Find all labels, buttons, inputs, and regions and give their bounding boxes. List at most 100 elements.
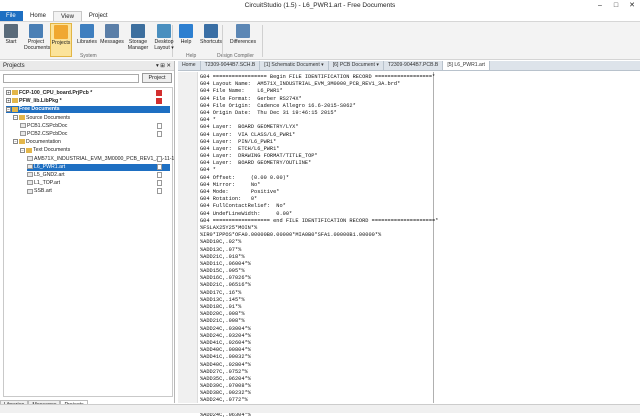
tree-item[interactable]: − Text Documents <box>20 147 170 154</box>
code-line: %ADD35C,.06204*% <box>200 375 251 382</box>
document-icon <box>27 163 33 169</box>
ribbon-button-messages[interactable]: Messages <box>100 23 124 57</box>
ribbon-button-differences[interactable]: Differences <box>228 23 258 57</box>
text-editor[interactable]: G04 ================= Begin FILE IDENTIF… <box>178 72 640 418</box>
ribbon-button-label: Help <box>180 39 192 45</box>
code-line: G04 File Name: L6_PWR1* <box>200 88 283 95</box>
ribbon-button-storage-manager[interactable]: Storage Manager <box>126 23 150 57</box>
tree-item-label: L5_GND2.art <box>34 172 65 178</box>
document-tab[interactable]: [1] Schematic Document ▾ <box>260 61 329 70</box>
editor-gutter <box>178 72 198 403</box>
folder-icon <box>12 106 18 112</box>
document-tab[interactable]: T2309-9044B7.PCB.B <box>384 61 444 70</box>
ribbon-button-label: Libraries <box>77 39 97 45</box>
expand-icon[interactable]: + <box>6 90 11 96</box>
projects-panel: Projects ▾ ⊞ ✕ Project + FCP-100_CPU_boar… <box>0 61 175 403</box>
tree-item-label: PFW_lib.LibPkg * <box>19 98 62 105</box>
file-status-icon <box>157 180 162 187</box>
minimize-icon[interactable]: – <box>592 0 608 11</box>
tree-item[interactable]: + FCP-100_CPU_board.PrjPcb * <box>6 90 170 97</box>
document-tabs: Home T2309-9044B7.SCH.B [1] Schematic Docu… <box>178 61 640 71</box>
ribbon-button-project-documents[interactable]: Project Documents <box>24 23 51 57</box>
document-icon <box>20 131 26 137</box>
collapse-icon[interactable]: − <box>20 147 25 153</box>
code-line: G04 * <box>200 167 216 174</box>
ribbon-button-start[interactable]: Start <box>2 23 20 57</box>
code-line: %ADD38C,.00232*% <box>200 390 251 397</box>
folder-icon <box>19 139 25 145</box>
code-line: G04 ================== end FILE IDENTIFI… <box>200 217 439 224</box>
document-tab[interactable]: [5] L6_PWR1.art <box>443 61 490 70</box>
tree-item[interactable]: − Documentation <box>13 139 170 146</box>
ribbon-button-shortcuts[interactable]: Shortcuts <box>199 23 223 57</box>
tree-item[interactable]: PCB2.CSPcbDoc <box>20 131 170 138</box>
code-line: G04 FullContactRelief: No* <box>200 203 286 210</box>
document-icon <box>20 122 26 128</box>
tree-item[interactable]: − Source Documents <box>13 115 170 122</box>
code-line: G04 UndefLineWidth: 0.00* <box>200 210 293 217</box>
file-status-icon <box>157 188 162 195</box>
ribbon-button-help[interactable]: Help <box>178 23 194 57</box>
code-line: %ADD24C,.03204*% <box>200 332 251 339</box>
tree-item[interactable]: L1_TOP.art <box>27 180 170 187</box>
tree-item-label: Text Documents <box>33 147 71 154</box>
tree-item[interactable]: L5_GND2.art <box>27 172 170 179</box>
code-line: %ADD41C,.00032*% <box>200 354 251 361</box>
tree-item[interactable]: PCB1.CSPcbDoc <box>20 122 170 130</box>
ribbon: System Help Design Compiler Start Project… <box>0 22 640 60</box>
code-line: %ADD21C,.018*% <box>200 253 245 260</box>
tab-home[interactable]: Home <box>23 11 53 21</box>
ribbon-button-label: Project Documents <box>24 39 51 51</box>
project-search-row: Project <box>0 71 174 85</box>
tree-item[interactable]: L6_PWR1.art <box>27 163 170 171</box>
help-icon <box>179 24 193 38</box>
code-line: G04 Origin Date: Thu Dec 31 19:46:15 201… <box>200 109 337 116</box>
tree-item-label: FCP-100_CPU_board.PrjPcb * <box>19 90 93 96</box>
file-status-icon <box>157 163 162 170</box>
tab-file[interactable]: File <box>0 11 23 21</box>
code-content[interactable]: G04 ================= Begin FILE IDENTIF… <box>200 74 630 419</box>
projects-panel-title: Projects <box>3 63 25 69</box>
document-icon <box>27 188 33 194</box>
close-icon[interactable]: ✕ <box>624 0 640 11</box>
code-line: %ADD16C,.07026*% <box>200 275 251 282</box>
ribbon-button-label: Start <box>5 39 17 45</box>
code-line: G04 Mirror: No* <box>200 181 261 188</box>
expand-icon[interactable]: + <box>6 98 11 104</box>
folder-icon <box>12 98 18 104</box>
code-line: %ADD11C,.06004*% <box>200 260 251 267</box>
ribbon-button-label: Differences <box>229 39 257 45</box>
ribbon-button-label: Desktop Layout ▾ <box>154 39 174 51</box>
status-bar <box>0 404 640 413</box>
collapse-icon[interactable]: − <box>6 106 11 112</box>
collapse-icon[interactable]: − <box>13 139 18 145</box>
tab-view[interactable]: View <box>53 11 82 21</box>
code-line: G04 Layer: BOARD GEOMETRY/OUTLINE* <box>200 160 312 167</box>
code-line: %ADD40C,.00804*% <box>200 347 251 354</box>
tree-item[interactable]: AM571X_INDUSTRIAL_EVM_3M0000_PCB_REV1_3A… <box>27 155 174 163</box>
tree-item[interactable]: SSB.art <box>27 188 170 195</box>
ribbon-button-projects[interactable]: Projects <box>50 23 72 57</box>
panel-controls[interactable]: ▾ ⊞ ✕ <box>156 61 171 71</box>
ribbon-button-desktop-layout[interactable]: Desktop Layout ▾ <box>152 23 176 57</box>
project-search-input[interactable] <box>3 74 139 83</box>
project-documents-icon <box>29 24 43 38</box>
tree-item-label: L6_PWR1.art <box>34 163 66 170</box>
window-controls: – □ ✕ <box>592 0 640 11</box>
code-line: %ADD40C,.02804*% <box>200 361 251 368</box>
maximize-icon[interactable]: □ <box>608 0 624 11</box>
tree-item[interactable]: − Free Documents <box>6 106 170 114</box>
code-line: G04 Mode: Positive* <box>200 189 280 195</box>
project-button[interactable]: Project <box>142 73 172 83</box>
document-tab[interactable]: T2309-9044B7.SCH.B <box>201 61 261 70</box>
tree-item[interactable]: + PFW_lib.LibPkg * <box>6 98 170 105</box>
ribbon-button-libraries[interactable]: Libraries <box>76 23 98 57</box>
ribbon-button-label: Messages <box>100 39 124 45</box>
pdf-icon <box>156 98 162 105</box>
shortcuts-icon <box>204 24 218 38</box>
document-tab[interactable]: Home <box>178 61 201 70</box>
tree-item-label: Documentation <box>26 139 61 146</box>
collapse-icon[interactable]: − <box>13 114 18 120</box>
document-tab[interactable]: [6] PCB Document ▾ <box>329 61 384 70</box>
tab-project[interactable]: Project <box>82 11 115 21</box>
